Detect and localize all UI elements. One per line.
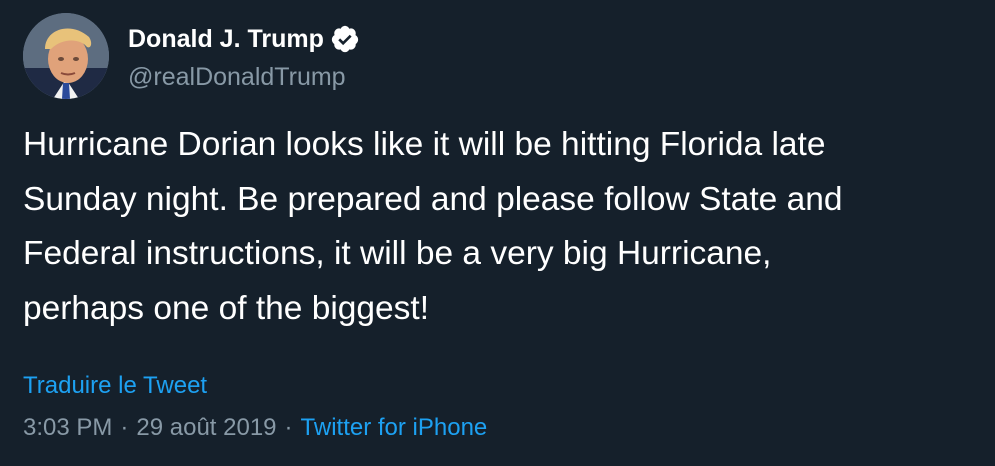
- tweet-source-link[interactable]: Twitter for iPhone: [301, 414, 488, 441]
- tweet-text-line: Hurricane Dorian looks like it will be h…: [23, 126, 826, 163]
- tweet-text: Hurricane Dorian looks like it will be h…: [23, 118, 988, 336]
- tweet-time[interactable]: 3:03 PM: [23, 414, 112, 441]
- tweet-metadata: 3:03 PM · 29 août 2019 · Twitter for iPhone: [23, 412, 487, 444]
- translate-tweet-link[interactable]: Traduire le Tweet: [23, 370, 207, 402]
- meta-separator: ·: [284, 414, 293, 441]
- verified-badge-icon: [331, 25, 358, 53]
- tweet-text-line: Federal instructions, it will be a very …: [23, 235, 772, 272]
- avatar-image: [23, 13, 109, 99]
- author-name[interactable]: Donald J. Trump: [128, 22, 360, 56]
- tweet-text-line: perhaps one of the biggest!: [23, 289, 430, 327]
- profile-avatar[interactable]: [23, 13, 109, 99]
- tweet-date[interactable]: 29 août 2019: [136, 414, 276, 441]
- tweet-card: Donald J. Trump @realDonaldTrump Hurrica…: [0, 0, 995, 466]
- author-handle[interactable]: @realDonaldTrump: [128, 60, 346, 94]
- tweet-text-line: Sunday night. Be prepared and please fol…: [23, 180, 843, 218]
- author-name-text: Donald J. Trump: [128, 25, 324, 53]
- meta-separator: ·: [120, 414, 129, 441]
